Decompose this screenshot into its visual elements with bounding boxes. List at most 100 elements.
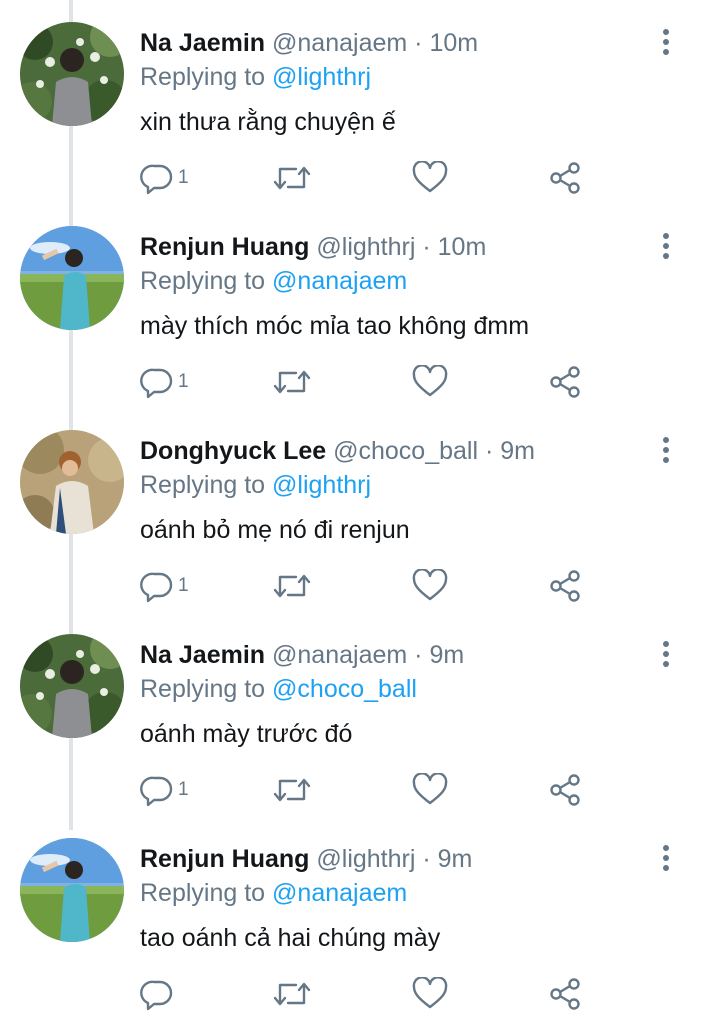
timestamp[interactable]: 10m (438, 233, 487, 261)
replying-to-line: Replying to @nanajaem (140, 878, 407, 908)
heart-icon (412, 365, 448, 397)
share-button[interactable] (548, 974, 582, 1014)
replying-to-label: Replying to (140, 471, 266, 499)
display-name[interactable]: Na Jaemin (140, 641, 265, 669)
avatar[interactable] (20, 226, 124, 330)
retweet-icon (273, 778, 311, 802)
heart-icon (412, 161, 448, 193)
share-icon (550, 162, 580, 194)
retweet-button[interactable] (272, 974, 312, 1014)
replying-to-label: Replying to (140, 63, 266, 91)
share-button[interactable] (548, 770, 582, 810)
like-button[interactable] (412, 974, 448, 1014)
replying-to-mention[interactable]: @nanajaem (272, 879, 407, 907)
display-name[interactable]: Renjun Huang (140, 233, 309, 261)
like-button[interactable] (412, 158, 448, 198)
renjun-avatar-image (20, 838, 124, 942)
reply-icon (140, 164, 173, 195)
share-button[interactable] (548, 566, 582, 606)
tweet[interactable]: Renjun Huang @lighthrj · 10m Replying to… (0, 204, 719, 408)
retweet-button[interactable] (272, 362, 312, 402)
tweet-text: oánh bỏ mẹ nó đi renjun (140, 516, 410, 544)
tweet-actions: 1 (140, 770, 600, 810)
reply-count: 1 (178, 779, 189, 800)
replying-to-mention[interactable]: @lighthrj (272, 63, 371, 91)
more-options-icon[interactable] (652, 640, 680, 668)
like-button[interactable] (412, 770, 448, 810)
reply-icon (140, 776, 173, 807)
tweet-header: Renjun Huang @lighthrj · 10m (140, 232, 486, 262)
tweet[interactable]: Donghyuck Lee @choco_ball · 9m Replying … (0, 408, 719, 612)
heart-icon (412, 977, 448, 1009)
tweet-text: xin thưa rằng chuyện ế (140, 108, 396, 136)
avatar[interactable] (20, 634, 124, 738)
replying-to-mention[interactable]: @choco_ball (272, 675, 417, 703)
timestamp[interactable]: 9m (500, 437, 535, 465)
avatar[interactable] (20, 22, 124, 126)
replying-to-line: Replying to @nanajaem (140, 266, 407, 296)
share-icon (550, 774, 580, 806)
heart-icon (412, 569, 448, 601)
reply-button[interactable] (140, 974, 178, 1014)
replying-to-mention[interactable]: @lighthrj (272, 471, 371, 499)
retweet-button[interactable] (272, 770, 312, 810)
replying-to-line: Replying to @lighthrj (140, 62, 371, 92)
reply-button[interactable]: 1 (140, 566, 189, 606)
like-button[interactable] (412, 566, 448, 606)
jaemin-avatar-image (20, 634, 124, 738)
replying-to-line: Replying to @choco_ball (140, 674, 417, 704)
avatar[interactable] (20, 430, 124, 534)
tweet-header: Renjun Huang @lighthrj · 9m (140, 844, 472, 874)
more-options-icon[interactable] (652, 232, 680, 260)
replying-to-label: Replying to (140, 267, 266, 295)
reply-icon (140, 368, 173, 399)
share-icon (550, 366, 580, 398)
reply-count: 1 (178, 371, 189, 392)
reply-count: 1 (178, 167, 189, 188)
replying-to-line: Replying to @lighthrj (140, 470, 371, 500)
retweet-button[interactable] (272, 158, 312, 198)
timestamp[interactable]: 10m (429, 29, 478, 57)
tweet-actions (140, 974, 600, 1014)
share-icon (550, 570, 580, 602)
separator-dot: · (484, 437, 494, 465)
more-options-icon[interactable] (652, 844, 680, 872)
reply-button[interactable]: 1 (140, 362, 189, 402)
display-name[interactable]: Renjun Huang (140, 845, 309, 873)
tweet-actions: 1 (140, 158, 600, 198)
tweet-text: tao oánh cả hai chúng mày (140, 924, 441, 952)
more-options-icon[interactable] (652, 436, 680, 464)
user-handle[interactable]: @nanajaem (272, 641, 407, 669)
timestamp[interactable]: 9m (438, 845, 473, 873)
user-handle[interactable]: @lighthrj (316, 845, 415, 873)
retweet-button[interactable] (272, 566, 312, 606)
retweet-icon (273, 982, 311, 1006)
share-button[interactable] (548, 158, 582, 198)
tweet-header: Na Jaemin @nanajaem · 10m (140, 28, 478, 58)
tweet[interactable]: Na Jaemin @nanajaem · 9m Replying to @ch… (0, 612, 719, 816)
donghyuck-avatar-image (20, 430, 124, 534)
share-icon (550, 978, 580, 1010)
user-handle[interactable]: @nanajaem (272, 29, 407, 57)
replying-to-mention[interactable]: @nanajaem (272, 267, 407, 295)
retweet-icon (273, 166, 311, 190)
tweet[interactable]: Na Jaemin @nanajaem · 10m Replying to @l… (0, 0, 719, 204)
like-button[interactable] (412, 362, 448, 402)
replying-to-label: Replying to (140, 879, 266, 907)
reply-button[interactable]: 1 (140, 770, 189, 810)
tweet-actions: 1 (140, 566, 600, 606)
user-handle[interactable]: @choco_ball (333, 437, 478, 465)
reply-count: 1 (178, 575, 189, 596)
display-name[interactable]: Na Jaemin (140, 29, 265, 57)
timestamp[interactable]: 9m (429, 641, 464, 669)
jaemin-avatar-image (20, 22, 124, 126)
tweet[interactable]: Renjun Huang @lighthrj · 9m Replying to … (0, 816, 719, 1020)
retweet-icon (273, 574, 311, 598)
avatar[interactable] (20, 838, 124, 942)
heart-icon (412, 773, 448, 805)
user-handle[interactable]: @lighthrj (316, 233, 415, 261)
display-name[interactable]: Donghyuck Lee (140, 437, 326, 465)
reply-button[interactable]: 1 (140, 158, 189, 198)
more-options-icon[interactable] (652, 28, 680, 56)
share-button[interactable] (548, 362, 582, 402)
